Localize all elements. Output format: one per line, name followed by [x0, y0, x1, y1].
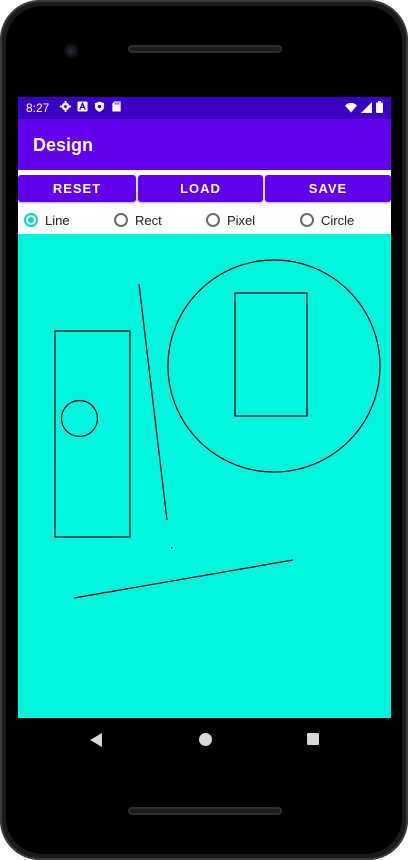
radio-label: Circle: [321, 212, 355, 228]
radio-label: Pixel: [227, 212, 256, 228]
shield-icon: [94, 101, 105, 112]
radio-rect[interactable]: Rect: [114, 210, 162, 230]
app-screen: 8:27 Design RESET LOAD SAVE Line Rect Pi…: [18, 97, 391, 718]
radio-button-unchecked-icon[interactable]: [114, 213, 128, 227]
a-badge-icon: [77, 101, 88, 112]
save-button[interactable]: SAVE: [265, 175, 391, 202]
bottom-speaker: [128, 807, 282, 815]
status-icons-right: [345, 101, 383, 113]
signal-icon: [361, 101, 372, 113]
battery-icon: [376, 101, 383, 113]
canvas-background: [18, 234, 391, 718]
front-camera: [64, 44, 78, 58]
radio-button-unchecked-icon[interactable]: [300, 213, 314, 227]
drawing-canvas[interactable]: [18, 234, 391, 718]
settings-icon: [60, 101, 71, 112]
drawn-pixel: [171, 547, 173, 549]
radio-line[interactable]: Line: [24, 210, 70, 230]
radio-label: Line: [45, 212, 70, 228]
back-icon[interactable]: [89, 732, 103, 748]
reset-button[interactable]: RESET: [18, 175, 136, 202]
navigation-bar: [18, 718, 391, 763]
app-title: Design: [33, 135, 94, 155]
earpiece-speaker: [128, 45, 282, 53]
radio-button-unchecked-icon[interactable]: [206, 213, 220, 227]
status-time: 8:27: [26, 101, 50, 115]
wifi-icon: [345, 102, 357, 112]
shape-radio-group: Line Rect Pixel Circle: [18, 205, 391, 234]
radio-button-checked-icon[interactable]: [24, 213, 38, 227]
status-icons-left: [60, 101, 122, 112]
status-bar: 8:27: [18, 97, 391, 119]
action-button-row: RESET LOAD SAVE: [18, 175, 391, 202]
app-bar: Design: [18, 119, 391, 170]
load-button[interactable]: LOAD: [138, 175, 263, 202]
radio-label: Rect: [135, 212, 162, 228]
radio-pixel[interactable]: Pixel: [206, 210, 255, 230]
sd-card-icon: [112, 101, 121, 112]
home-icon[interactable]: [198, 732, 213, 747]
radio-circle[interactable]: Circle: [300, 210, 354, 230]
recents-icon[interactable]: [306, 732, 320, 746]
